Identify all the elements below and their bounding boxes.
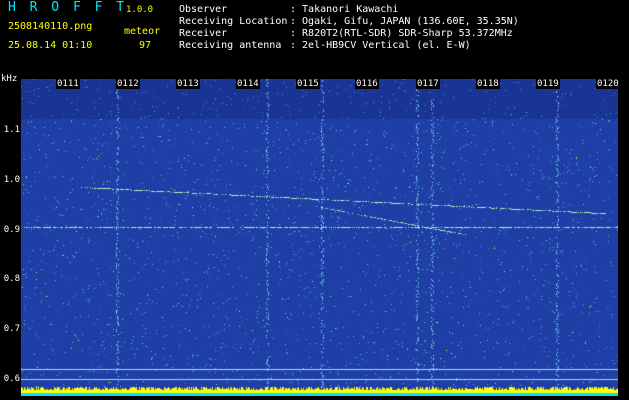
x-tick-label: 0114 (236, 79, 260, 89)
file-name: 2508140110.png (8, 21, 93, 32)
location-value: : Ogaki, Gifu, JAPAN (136.60E, 35.35N) (290, 16, 519, 27)
antenna-label: Receiving antenna (179, 40, 282, 51)
y-axis-unit: kHz (1, 74, 18, 84)
receiver-value: : R820T2(RTL-SDR) SDR-Sharp 53.372MHz (290, 28, 513, 39)
observer-label: Observer (179, 4, 228, 15)
y-tick-label: 0.6 (3, 374, 20, 384)
x-tick-label: 0113 (176, 79, 200, 89)
x-tick-label: 0111 (56, 79, 80, 89)
app-version: 1.0.0 (126, 5, 154, 15)
x-tick-label: 0115 (296, 79, 320, 89)
y-tick-label: 0.8 (3, 274, 20, 284)
detection-count: 97 (139, 40, 152, 51)
y-tick-label: 1.1 (3, 125, 20, 135)
x-tick-label: 0112 (116, 79, 140, 89)
x-tick-label: 0117 (416, 79, 440, 89)
x-tick-label: 0116 (355, 79, 379, 89)
y-tick-label: 0.9 (3, 225, 20, 235)
y-tick-label: 1.0 (3, 175, 20, 185)
x-tick-label: 0118 (476, 79, 500, 89)
date-time: 25.08.14 01:10 (8, 40, 93, 51)
app-logo: H R O F F T (8, 0, 128, 15)
receiver-label: Receiver (179, 28, 228, 39)
spectrogram (21, 79, 618, 396)
y-tick-label: 0.7 (3, 324, 20, 334)
x-tick-label: 0119 (536, 79, 560, 89)
location-label: Receiving Location (179, 16, 288, 27)
detection-type: meteor (124, 26, 161, 37)
spectrogram-canvas (21, 79, 618, 396)
hroft-window: H R O F F T 1.0.0 2508140110.png 25.08.1… (0, 0, 629, 400)
antenna-value: : 2el-HB9CV Vertical (el. E-W) (290, 40, 471, 51)
x-tick-label: 0120 (596, 79, 620, 89)
observer-value: : Takanori Kawachi (290, 4, 399, 15)
